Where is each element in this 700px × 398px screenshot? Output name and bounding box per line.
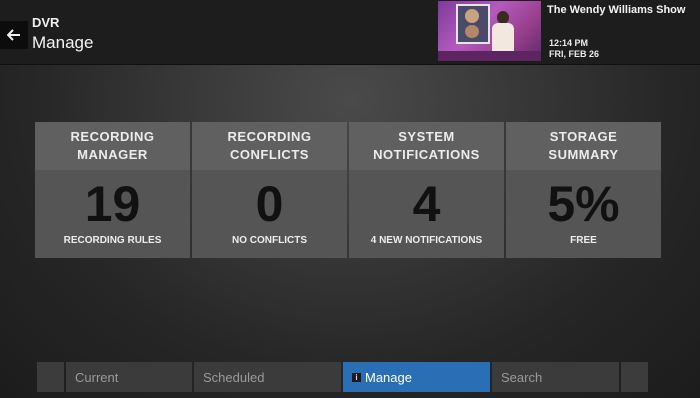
tab-label: Search bbox=[501, 369, 543, 385]
info-icon: i bbox=[352, 372, 361, 382]
tile-heading: RECORDING CONFLICTS bbox=[192, 122, 347, 170]
tile-subtitle: NO CONFLICTS bbox=[232, 235, 307, 246]
tab-manage[interactable]: i Manage bbox=[343, 362, 490, 392]
tile-subtitle: FREE bbox=[570, 235, 597, 246]
top-header: DVR Manage The Wendy Williams Show 12:14… bbox=[0, 0, 700, 65]
tile-heading-line: CONFLICTS bbox=[230, 147, 309, 162]
live-tv-preview[interactable] bbox=[438, 1, 541, 61]
tile-storage-summary[interactable]: STORAGE SUMMARY 5% FREE bbox=[506, 122, 661, 258]
tile-heading: RECORDING MANAGER bbox=[35, 122, 190, 170]
preview-sofa-graphic bbox=[438, 51, 541, 61]
tile-heading: STORAGE SUMMARY bbox=[506, 122, 661, 170]
breadcrumb-parent: DVR bbox=[32, 15, 60, 30]
manage-tiles: RECORDING MANAGER 19 RECORDING RULES REC… bbox=[35, 122, 662, 258]
tile-subtitle: 4 NEW NOTIFICATIONS bbox=[370, 235, 483, 246]
preview-face-graphic bbox=[465, 9, 479, 23]
preview-monitor-graphic bbox=[456, 4, 490, 44]
tab-scheduled[interactable]: Scheduled bbox=[194, 362, 341, 392]
tile-value: 4 bbox=[412, 176, 441, 232]
clock-date: FRI, FEB 26 bbox=[549, 49, 600, 59]
tile-recording-manager[interactable]: RECORDING MANAGER 19 RECORDING RULES bbox=[35, 122, 190, 258]
tile-heading-line: SYSTEM bbox=[398, 129, 455, 144]
tile-heading-line: RECORDING bbox=[70, 129, 155, 144]
tile-heading-line: NOTIFICATIONS bbox=[373, 147, 480, 162]
tile-value: 5% bbox=[547, 176, 620, 232]
tile-value: 19 bbox=[84, 176, 141, 232]
tab-search[interactable]: Search bbox=[492, 362, 619, 392]
arrow-left-icon bbox=[7, 29, 20, 41]
nav-scroll-left[interactable] bbox=[37, 362, 64, 392]
bottom-nav: Current Scheduled i Manage Search bbox=[37, 362, 648, 392]
tile-heading-line: SUMMARY bbox=[548, 147, 619, 162]
clock-time: 12:14 PM bbox=[549, 38, 589, 48]
tile-subtitle: RECORDING RULES bbox=[63, 235, 162, 246]
page-title: Manage bbox=[32, 33, 94, 52]
tab-label: Current bbox=[75, 369, 119, 385]
tile-recording-conflicts[interactable]: RECORDING CONFLICTS 0 NO CONFLICTS bbox=[192, 122, 347, 258]
back-button[interactable] bbox=[0, 21, 28, 49]
tile-heading: SYSTEM NOTIFICATIONS bbox=[349, 122, 504, 170]
tile-heading-line: STORAGE bbox=[549, 129, 618, 144]
tile-value: 0 bbox=[255, 176, 284, 232]
tile-heading-line: MANAGER bbox=[77, 147, 148, 162]
tab-label: Manage bbox=[365, 369, 412, 385]
tab-label: Scheduled bbox=[203, 369, 265, 385]
now-playing-title: The Wendy Williams Show bbox=[547, 4, 686, 16]
preview-face-graphic bbox=[465, 25, 479, 38]
nav-scroll-right[interactable] bbox=[621, 362, 648, 392]
tile-system-notifications[interactable]: SYSTEM NOTIFICATIONS 4 4 NEW NOTIFICATIO… bbox=[349, 122, 504, 258]
tab-current[interactable]: Current bbox=[66, 362, 192, 392]
tile-heading-line: RECORDING bbox=[227, 129, 312, 144]
